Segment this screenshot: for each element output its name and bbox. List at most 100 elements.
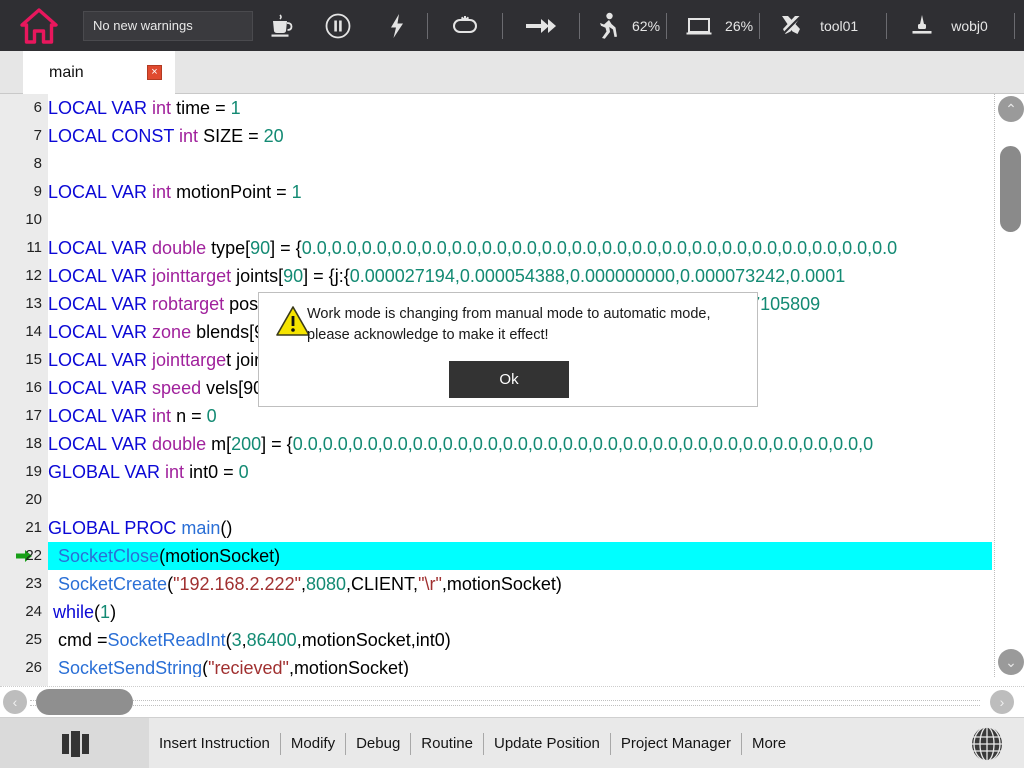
line-number: 17 [0, 402, 42, 430]
code-text: LOCAL VAR double m[200] = {0.0,0.0,0.0,0… [48, 430, 873, 458]
horizontal-scroll-track[interactable] [30, 700, 980, 706]
bottom-menu-item-modify[interactable]: Modify [281, 718, 345, 768]
tab-main[interactable]: main × [23, 51, 175, 94]
code-text: LOCAL VAR int motionPoint = 1 [48, 178, 302, 206]
wrench-screwdriver-icon [779, 13, 805, 39]
workobject-select-button[interactable] [887, 0, 945, 51]
work-mode-dialog: Work mode is changing from manual mode t… [258, 292, 758, 407]
speed-override-button[interactable] [580, 0, 626, 51]
line-number: 10 [0, 206, 42, 234]
line-number: 18 [0, 430, 42, 458]
code-text: LOCAL VAR double type[90] = {0.0,0.0,0.0… [48, 234, 897, 262]
line-number: 16 [0, 374, 42, 402]
run-mode-cycle-button[interactable] [428, 0, 502, 51]
code-line[interactable]: 20 [0, 486, 995, 514]
editor-vertical-scrollbar[interactable]: ⌃ ⌄ [994, 94, 1024, 677]
code-line[interactable]: 7LOCAL CONST int SIZE = 20 [0, 122, 995, 150]
step-forward-icon [524, 15, 558, 37]
line-number: 20 [0, 486, 42, 514]
code-line[interactable]: 11LOCAL VAR double type[90] = {0.0,0.0,0… [0, 234, 995, 262]
bottom-menu-item-update-position[interactable]: Update Position [484, 718, 610, 768]
workobject-icon [910, 13, 934, 39]
robot-status-button[interactable] [1015, 0, 1024, 51]
tool-value: tool01 [814, 18, 864, 34]
bottom-menu-bar: Insert InstructionModifyDebugRoutineUpda… [0, 717, 1024, 768]
scroll-down-button[interactable]: ⌄ [998, 649, 1024, 675]
code-line[interactable]: 24 while(1) [0, 598, 995, 626]
code-line[interactable]: 8 [0, 150, 995, 178]
scroll-left-button[interactable]: ‹ [3, 690, 27, 714]
bottom-menu-item-routine[interactable]: Routine [411, 718, 483, 768]
code-line[interactable]: 26 SocketSendString("recieved",motionSoc… [0, 654, 995, 677]
line-number: 14 [0, 318, 42, 346]
step-forward-button[interactable] [503, 0, 579, 51]
motors-on-button[interactable] [367, 0, 427, 51]
code-text: cmd =SocketReadInt(3,86400,motionSocket,… [48, 626, 451, 654]
code-line[interactable]: 6LOCAL VAR int time = 1 [0, 94, 995, 122]
quickset-menu-icon [55, 729, 95, 759]
globe-icon [967, 724, 1007, 764]
line-number: 23 [0, 570, 42, 598]
scroll-up-button[interactable]: ⌃ [998, 96, 1024, 122]
screen-brightness-button[interactable] [667, 0, 719, 51]
code-text: LOCAL VAR int time = 1 [48, 94, 241, 122]
line-number: 12 [0, 262, 42, 290]
home-button[interactable] [0, 0, 78, 51]
line-number: 22 [0, 542, 42, 570]
code-line[interactable]: 12LOCAL VAR jointtarget joints[90] = {j:… [0, 262, 995, 290]
screen-brightness-value: 26% [719, 18, 759, 34]
code-text: SocketClose(motionSocket) [48, 542, 280, 570]
code-text: SocketCreate("192.168.2.222",8080,CLIENT… [48, 570, 562, 598]
warning-status-box[interactable]: No new warnings [83, 11, 253, 41]
bottom-menu-item-more[interactable]: More [742, 718, 796, 768]
tool-select-button[interactable] [760, 0, 814, 51]
top-status-bar: No new warnings [0, 0, 1024, 51]
coffee-cup-button[interactable] [253, 0, 309, 51]
code-line[interactable]: 23 SocketCreate("192.168.2.222",8080,CLI… [0, 570, 995, 598]
horizontal-scroll-thumb[interactable] [36, 689, 133, 715]
code-line[interactable]: 22 SocketClose(motionSocket) [0, 542, 995, 570]
monitor-icon [685, 15, 713, 37]
code-line[interactable]: 19GLOBAL VAR int int0 = 0 [0, 458, 995, 486]
application-window: No new warnings [0, 0, 1024, 768]
bottom-menu-item-project-manager[interactable]: Project Manager [611, 718, 741, 768]
code-text: LOCAL VAR jointtarget joints[90] = {j:{0… [48, 262, 845, 290]
bottom-menu-items[interactable]: Insert InstructionModifyDebugRoutineUpda… [149, 718, 796, 768]
code-line[interactable]: 25 cmd =SocketReadInt(3,86400,motionSock… [0, 626, 995, 654]
tab-strip: main × [0, 51, 1024, 94]
coffee-cup-icon [268, 13, 294, 39]
code-text: SocketSendString("recieved",motionSocket… [48, 654, 409, 677]
warning-triangle-icon [275, 305, 311, 337]
warning-status-text: No new warnings [93, 18, 193, 33]
line-number: 7 [0, 122, 42, 150]
quickset-menu-button[interactable] [0, 718, 149, 768]
line-number: 21 [0, 514, 42, 542]
editor-horizontal-scrollbar[interactable]: ‹ › [0, 686, 1024, 717]
vertical-scroll-thumb[interactable] [1000, 146, 1021, 232]
line-number: 6 [0, 94, 42, 122]
bottom-menu-item-debug[interactable]: Debug [346, 718, 410, 768]
workobject-value: wobj0 [945, 18, 994, 34]
home-icon [19, 7, 59, 45]
language-button[interactable] [950, 718, 1024, 768]
dialog-message: Work mode is changing from manual mode t… [307, 304, 747, 346]
loop-cycle-icon [450, 14, 480, 38]
line-number: 19 [0, 458, 42, 486]
line-number: 8 [0, 150, 42, 178]
code-line[interactable]: 18LOCAL VAR double m[200] = {0.0,0.0,0.0… [0, 430, 995, 458]
code-line[interactable]: 21GLOBAL PROC main() [0, 514, 995, 542]
code-text: GLOBAL PROC main() [48, 514, 232, 542]
scroll-right-button[interactable]: › [990, 690, 1014, 714]
bottom-menu-item-insert-instruction[interactable]: Insert Instruction [149, 718, 280, 768]
running-person-icon [597, 12, 619, 40]
tab-close-icon[interactable]: × [147, 65, 162, 80]
code-line[interactable]: 9LOCAL VAR int motionPoint = 1 [0, 178, 995, 206]
code-text: LOCAL VAR int n = 0 [48, 402, 217, 430]
code-line[interactable]: 10 [0, 206, 995, 234]
dialog-ok-button[interactable]: Ok [449, 361, 569, 398]
line-number: 25 [0, 626, 42, 654]
pause-button[interactable] [309, 0, 367, 51]
line-number: 15 [0, 346, 42, 374]
code-text: GLOBAL VAR int int0 = 0 [48, 458, 249, 486]
line-number: 9 [0, 178, 42, 206]
